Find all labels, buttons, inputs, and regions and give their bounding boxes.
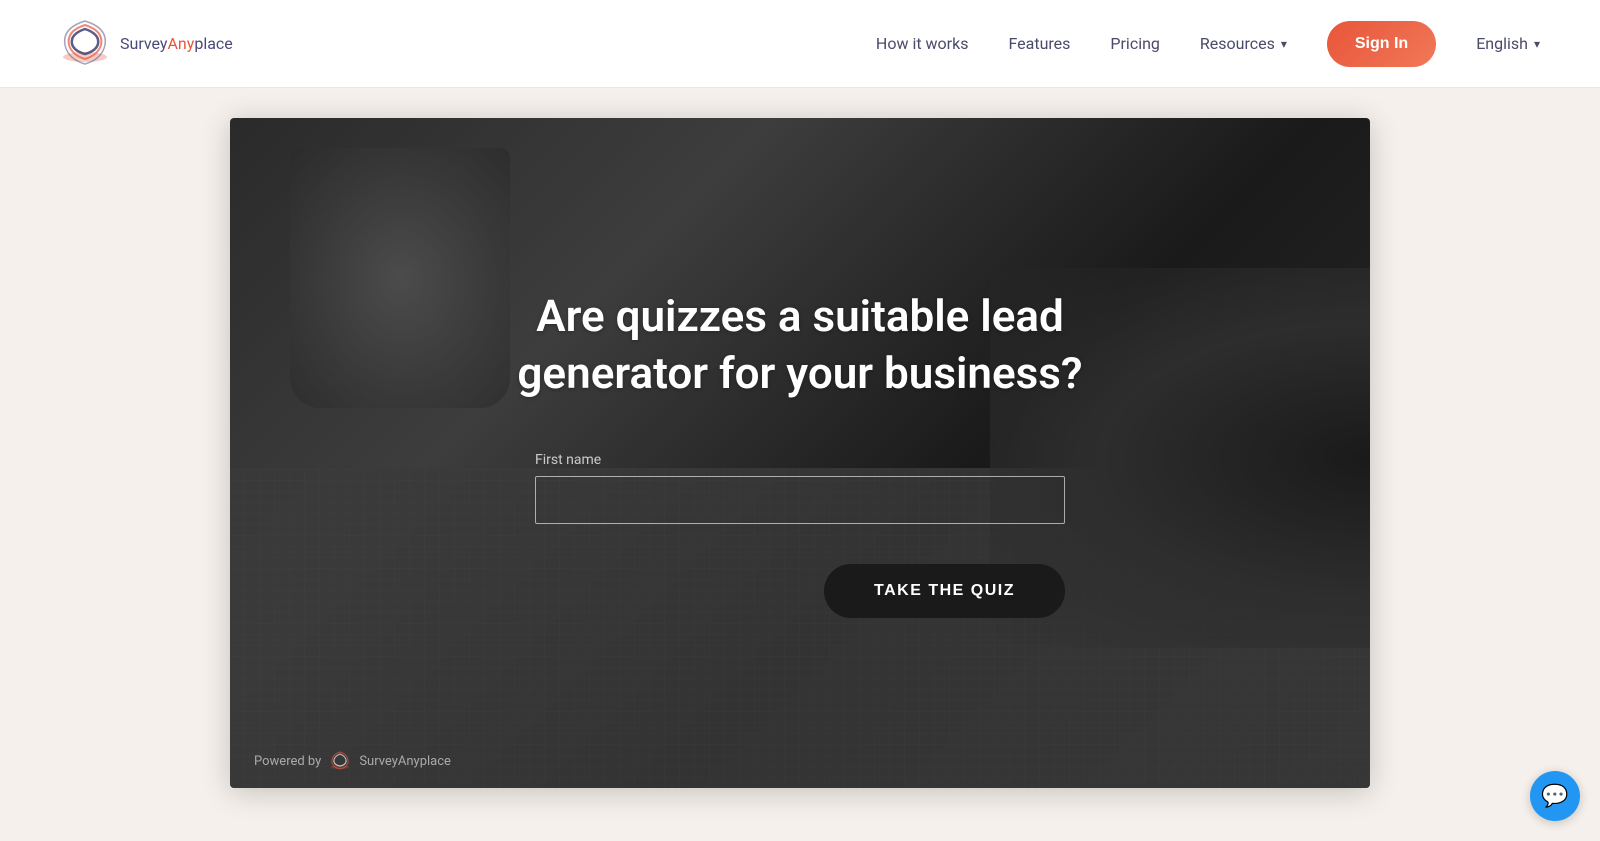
- first-name-input[interactable]: [535, 476, 1065, 524]
- site-header: SurveyAnyplace How it works Features Pri…: [0, 0, 1600, 88]
- take-quiz-button[interactable]: TAKE THE QUIZ: [824, 564, 1065, 618]
- chat-icon: 💬: [1541, 784, 1568, 809]
- powered-by-brand: SurveyAnyplace: [359, 754, 451, 769]
- nav-how-it-works[interactable]: How it works: [876, 34, 969, 53]
- logo-place: place: [194, 34, 232, 53]
- main-content: Are quizzes a suitable lead generator fo…: [0, 88, 1600, 841]
- logo-survey: Survey: [120, 34, 167, 53]
- nav-resources[interactable]: Resources ▾: [1200, 34, 1287, 53]
- signin-button[interactable]: Sign In: [1327, 21, 1436, 67]
- language-label: English: [1476, 34, 1528, 53]
- nav-pricing[interactable]: Pricing: [1110, 34, 1160, 53]
- powered-by-logo-icon: [329, 750, 351, 772]
- chevron-down-icon: ▾: [1281, 37, 1287, 51]
- logo-text: SurveyAnyplace: [120, 34, 233, 53]
- first-name-label: First name: [535, 452, 1065, 468]
- language-selector[interactable]: English ▾: [1476, 34, 1540, 53]
- nav-resources-label: Resources: [1200, 34, 1275, 53]
- logo-any: Any: [167, 34, 194, 53]
- powered-by-footer: Powered by SurveyAnyplace: [254, 750, 451, 772]
- hero-title: Are quizzes a suitable lead generator fo…: [500, 288, 1100, 402]
- main-nav: How it works Features Pricing Resources …: [876, 21, 1540, 67]
- powered-by-text: Powered by: [254, 754, 321, 769]
- cta-wrapper: TAKE THE QUIZ: [535, 554, 1065, 618]
- language-chevron-icon: ▾: [1534, 37, 1540, 51]
- hero-card: Are quizzes a suitable lead generator fo…: [230, 118, 1370, 788]
- hero-content: Are quizzes a suitable lead generator fo…: [230, 118, 1370, 788]
- chat-bubble-button[interactable]: 💬: [1530, 771, 1580, 821]
- nav-features[interactable]: Features: [1008, 34, 1070, 53]
- logo-icon: [60, 19, 110, 69]
- first-name-group: First name: [535, 452, 1065, 524]
- logo[interactable]: SurveyAnyplace: [60, 19, 233, 69]
